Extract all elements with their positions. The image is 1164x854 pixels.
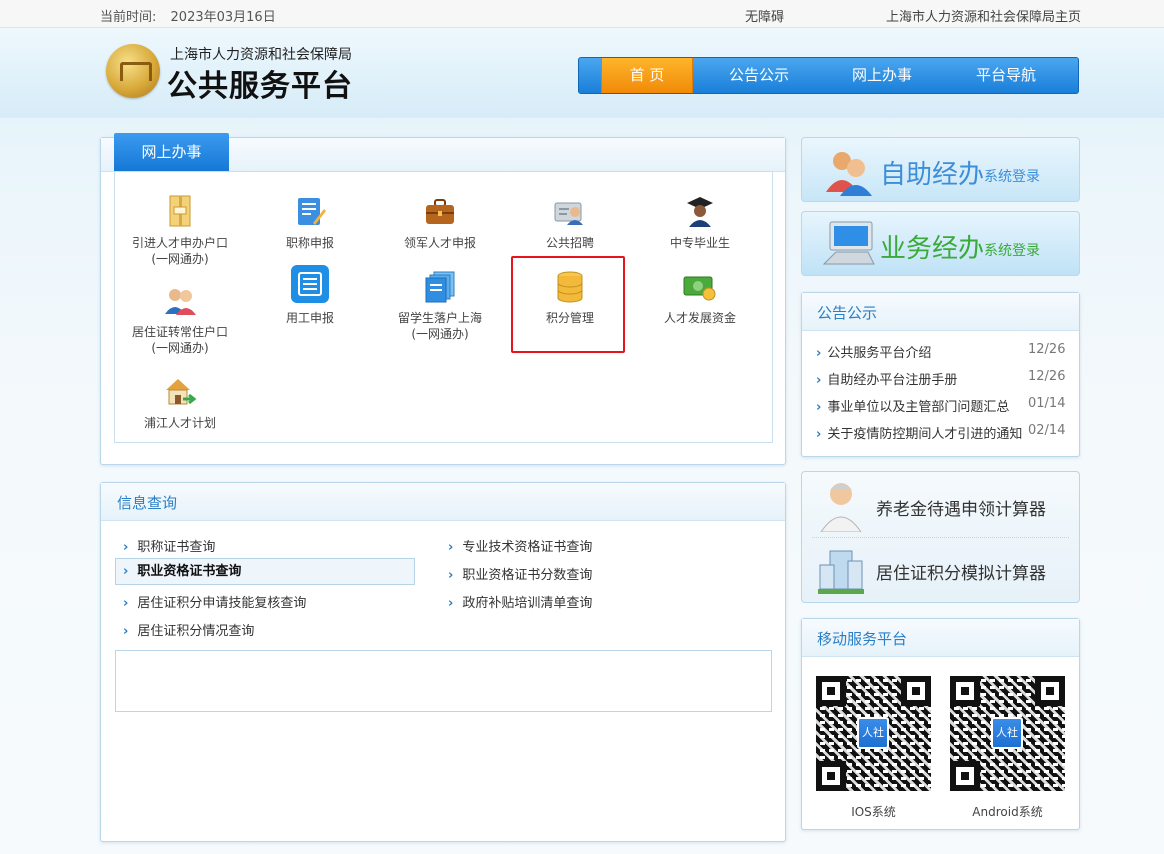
tab-online-services[interactable]: 网上办事 — [114, 133, 229, 171]
service-label: 引进人才申办户口 — [131, 236, 228, 250]
date-value: 2023年03月16日 — [170, 10, 276, 25]
service-label: 用工申报 — [285, 311, 334, 325]
service-employment-declaration[interactable]: 用工申报 — [270, 264, 350, 326]
briefcase-icon — [423, 195, 457, 229]
stacked-documents-icon — [423, 270, 457, 304]
service-label: 公共招聘 — [545, 236, 594, 250]
hrss-app-icon: 人社 — [991, 717, 1023, 749]
date-label: 当前时间: — [100, 10, 157, 25]
business-title: 业务经办 — [880, 234, 985, 264]
notice-date: 01/14 — [1028, 396, 1066, 411]
notice-date: 12/26 — [1028, 369, 1066, 384]
query-subsidized-training[interactable]: 政府补贴培训清单查询 — [448, 592, 592, 611]
query-result-area — [115, 650, 772, 712]
building-icon — [818, 550, 864, 594]
users-icon — [826, 152, 872, 196]
notice-item[interactable]: 事业单位以及主管部门问题汇总 — [816, 396, 1009, 415]
notices-title: 公告公示 — [817, 304, 878, 322]
highlight-box — [511, 256, 625, 353]
service-sublabel: (一网通办) — [151, 252, 209, 266]
query-points-skill-review[interactable]: 居住证积分申请技能复核查询 — [123, 592, 306, 611]
notice-date: 02/14 — [1028, 423, 1066, 438]
self-service-login-banner[interactable]: 自助经办 系统登录 — [801, 137, 1080, 202]
business-login-banner[interactable]: 业务经办 系统登录 — [801, 211, 1080, 276]
service-talent-hukou[interactable]: 引进人才申办户口 (一网通办) — [118, 195, 242, 267]
notice-item[interactable]: 自助经办平台注册手册 — [816, 369, 957, 388]
service-overseas-students[interactable]: 留学生落户上海 (一网通办) — [390, 270, 490, 342]
service-residence-to-hukou[interactable]: 居住证转常住户口 (一网通办) — [118, 284, 242, 356]
info-query-title: 信息查询 — [117, 494, 178, 512]
ios-caption: IOS系统 — [851, 805, 896, 819]
pension-calculator-link[interactable]: 养老金待遇申领计算器 — [802, 474, 1079, 538]
notice-item[interactable]: 公共服务平台介绍 — [816, 342, 931, 361]
service-label: 中专毕业生 — [669, 236, 730, 250]
query-vocational-scores[interactable]: 职业资格证书分数查询 — [448, 564, 592, 583]
service-title-application[interactable]: 职称申报 — [270, 195, 350, 251]
current-date: 当前时间: 2023年03月16日 — [100, 6, 276, 25]
document-folder-icon — [163, 195, 197, 229]
query-professional-qualification[interactable]: 专业技术资格证书查询 — [448, 536, 592, 555]
service-label: 浦江人才计划 — [143, 416, 216, 430]
computer-icon — [822, 221, 875, 265]
calculators-panel: 养老金待遇申领计算器 居住证积分模拟计算器 — [801, 471, 1080, 603]
self-service-title: 自助经办 — [880, 160, 985, 190]
platform-name: 公共服务平台 — [167, 69, 353, 104]
hrss-app-icon: 人社 — [857, 717, 889, 749]
query-vocational-certificate[interactable]: 职业资格证书查询 — [115, 558, 415, 585]
notice-item[interactable]: 关于疫情防控期间人才引进的通知 — [816, 423, 1026, 442]
points-calculator-link[interactable]: 居住证积分模拟计算器 — [802, 539, 1079, 603]
service-pujiang-talent[interactable]: 浦江人才计划 — [130, 375, 230, 431]
service-label: 职称申报 — [285, 236, 334, 250]
nav-home[interactable]: 首 页 — [601, 58, 693, 93]
service-label: 人才发展资金 — [663, 311, 736, 325]
couple-icon — [163, 284, 197, 318]
main-nav: 首 页 公告公示 网上办事 平台导航 — [578, 57, 1079, 94]
nav-announcements[interactable]: 公告公示 — [709, 58, 809, 93]
accessibility-link[interactable]: 无障碍 — [745, 6, 784, 25]
business-sub: 系统登录 — [984, 243, 1040, 259]
top-bar: 当前时间: 2023年03月16日 无障碍 上海市人力资源和社会保障局主页 — [0, 0, 1164, 28]
pension-calculator-label: 养老金待遇申领计算器 — [876, 500, 1046, 520]
graduate-icon — [683, 195, 717, 229]
certificate-edit-icon — [293, 195, 327, 229]
service-label: 领军人才申报 — [403, 236, 476, 250]
divider — [812, 537, 1069, 538]
house-arrow-icon — [163, 375, 197, 409]
service-public-recruitment[interactable]: 公共招聘 — [530, 195, 610, 251]
nav-platform-guide[interactable]: 平台导航 — [956, 58, 1056, 93]
service-vocational-graduates[interactable]: 中专毕业生 — [660, 195, 740, 251]
service-sublabel: (一网通办) — [151, 341, 209, 355]
service-talent-funds[interactable]: 人才发展资金 — [655, 270, 745, 326]
android-caption: Android系统 — [972, 805, 1043, 819]
elderly-person-icon — [820, 483, 862, 532]
notice-date: 12/26 — [1028, 342, 1066, 357]
service-label: 居住证转常住户口 — [131, 325, 228, 339]
service-leading-talent[interactable]: 领军人才申报 — [395, 195, 485, 251]
service-sublabel: (一网通办) — [411, 327, 469, 341]
mobile-title: 移动服务平台 — [817, 630, 908, 648]
nav-online-services[interactable]: 网上办事 — [832, 58, 932, 93]
query-points-status[interactable]: 居住证积分情况查询 — [123, 620, 254, 639]
query-title-certificate[interactable]: 职称证书查询 — [123, 536, 215, 555]
id-card-person-icon — [553, 195, 587, 229]
points-calculator-label: 居住证积分模拟计算器 — [876, 564, 1046, 584]
bureau-home-link[interactable]: 上海市人力资源和社会保障局主页 — [886, 6, 1081, 25]
self-service-sub: 系统登录 — [984, 169, 1040, 185]
service-label: 留学生落户上海 — [397, 311, 482, 325]
money-icon — [683, 270, 717, 304]
emblem-logo-icon — [106, 44, 160, 98]
list-document-icon — [290, 264, 330, 304]
